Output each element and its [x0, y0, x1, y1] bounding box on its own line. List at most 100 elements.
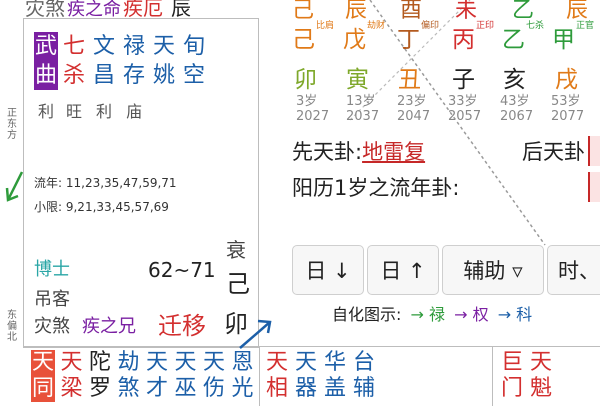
age-year: 2047	[397, 109, 431, 124]
bottom-star-bottom: 辅	[352, 376, 375, 401]
stem-ten-god: 比肩	[316, 21, 335, 31]
bottom-star-column[interactable]: 劫煞	[117, 350, 141, 402]
legend-quan: → 权	[454, 305, 489, 324]
stage-label: 衰	[226, 238, 246, 262]
bottom-star-bottom: 伤	[202, 376, 225, 401]
da-yun-age: 33岁 2057	[448, 94, 481, 124]
xian-tian-value[interactable]: 地雷复	[362, 140, 425, 164]
yang-li-gua: 阳历1岁之流年卦:	[292, 175, 459, 201]
bottom-star-bottom: 煞	[117, 376, 140, 401]
branch-char: 亥	[503, 67, 526, 93]
blue-arrow-icon	[239, 319, 272, 349]
top-strip-palace: 疾厄	[123, 0, 163, 18]
bottom-star-column[interactable]: 天才	[145, 350, 169, 402]
bottom-star-column[interactable]: 天巫	[174, 350, 198, 402]
age-value: 13岁	[346, 94, 376, 109]
bottom-star-column[interactable]: 陀罗	[88, 350, 112, 402]
liu-nian-line: 流年: 11,23,35,47,59,71	[34, 176, 177, 190]
top-strip-zaisha: 灾煞	[25, 0, 65, 18]
bottom-star-top: 天	[174, 350, 197, 375]
palace-name-label: 迁移	[158, 312, 206, 340]
star-column[interactable]: 禄存	[122, 32, 146, 90]
hour-button[interactable]: 时、	[547, 245, 600, 295]
star-char-bottom: 杀	[62, 63, 85, 88]
star-brightness: 利	[96, 102, 113, 121]
bottom-star-bottom: 梁	[60, 376, 83, 401]
bottom-star-top: 天	[60, 350, 83, 375]
star-column[interactable]: 七杀	[62, 32, 86, 90]
branch-char: 戌	[555, 67, 578, 93]
bottom-star-top: 天	[31, 350, 54, 375]
stem-cell: 甲正官	[552, 20, 594, 54]
star-column[interactable]: 武曲	[34, 32, 58, 90]
bottom-vdivider-1	[259, 346, 260, 406]
da-yun-age: 43岁 2067	[500, 94, 533, 124]
bottom-star-top: 陀	[88, 350, 111, 375]
star-column[interactable]: 文昌	[92, 32, 116, 90]
bottom-star-column[interactable]: 巨门	[500, 350, 524, 402]
bottom-star-column[interactable]: 天伤	[202, 350, 226, 402]
bottom-star-column[interactable]: 台辅	[352, 350, 376, 402]
stem-gan: 乙	[502, 27, 525, 53]
stem-gan: 己	[292, 27, 315, 53]
star-brightness: 利	[38, 102, 55, 121]
bottom-star-bottom: 巫	[174, 376, 197, 401]
day-up-button[interactable]: 日 ↑	[367, 245, 439, 295]
bo-shi-label: 博士	[34, 259, 70, 280]
star-char-top: 武	[34, 34, 57, 59]
bottom-star-bottom: 同	[31, 376, 54, 401]
bottom-star-top: 天	[265, 350, 288, 375]
auxiliary-dropdown-button[interactable]: 辅助 ▿	[442, 245, 544, 295]
branch-char: 子	[452, 67, 475, 93]
top-strip-branch: 辰	[171, 0, 191, 18]
palace-stem: 己	[226, 270, 250, 298]
day-down-button[interactable]: 日 ↓	[292, 245, 364, 295]
bottom-star-top: 台	[352, 350, 375, 375]
bottom-star-column[interactable]: 天同	[31, 350, 55, 402]
green-arrow-icon	[5, 171, 24, 202]
bottom-star-column[interactable]: 天魁	[529, 350, 553, 402]
top-strip-sub: 疾之命	[67, 0, 121, 18]
hou-tian-gua: 后天卦	[522, 139, 585, 165]
bottom-star-top: 恩	[231, 350, 254, 375]
hou-tian-value-stub[interactable]	[588, 136, 600, 166]
stem-cell: 丁偏印	[397, 20, 439, 54]
bottom-star-top: 巨	[500, 350, 523, 375]
xian-tian-gua: 先天卦:地雷复	[292, 139, 425, 165]
stem-cell: 丙正印	[452, 20, 494, 54]
bottom-star-column[interactable]: 华盖	[323, 350, 347, 402]
star-char-bottom: 存	[122, 63, 145, 88]
star-char-top: 天	[152, 34, 175, 59]
legend-label: 自化图示:	[332, 305, 402, 324]
da-yun-age: 13岁 2037	[346, 94, 379, 124]
yang-li-value-stub[interactable]	[588, 172, 600, 202]
bottom-star-bottom: 魁	[529, 376, 552, 401]
star-column[interactable]: 天姚	[152, 32, 176, 90]
age-year: 2077	[551, 109, 585, 124]
star-char-bottom: 姚	[152, 63, 175, 88]
bottom-star-top: 华	[323, 350, 346, 375]
legend-ke: → 科	[497, 305, 533, 324]
bottom-star-column[interactable]: 天器	[294, 350, 318, 402]
age-year: 2057	[448, 109, 482, 124]
yang-li-label: 阳历1岁之流年卦:	[292, 176, 460, 200]
bottom-star-bottom: 才	[145, 376, 168, 401]
age-value: 53岁	[551, 94, 581, 109]
bottom-star-top: 天	[294, 350, 317, 375]
legend-lu: → 禄	[410, 305, 446, 324]
bottom-star-column[interactable]: 恩光	[231, 350, 255, 402]
bottom-star-top: 劫	[117, 350, 140, 375]
branch-char: 丑	[398, 67, 421, 93]
bottom-star-column[interactable]: 天梁	[60, 350, 84, 402]
star-column[interactable]: 旬空	[182, 32, 206, 90]
bottom-star-bottom: 器	[294, 376, 317, 401]
self-transform-legend: 自化图示: → 禄 → 权 → 科	[332, 301, 532, 325]
side-direction-bottom: 东偏北	[7, 310, 17, 343]
xian-tian-label: 先天卦:	[292, 140, 363, 164]
bottom-star-top: 天	[529, 350, 552, 375]
diao-ke-label: 吊客	[34, 289, 70, 310]
stem-ten-god: 劫财	[367, 21, 386, 31]
bottom-star-column[interactable]: 天相	[265, 350, 289, 402]
stem-gan: 丙	[452, 27, 475, 53]
bottom-star-top: 天	[202, 350, 225, 375]
